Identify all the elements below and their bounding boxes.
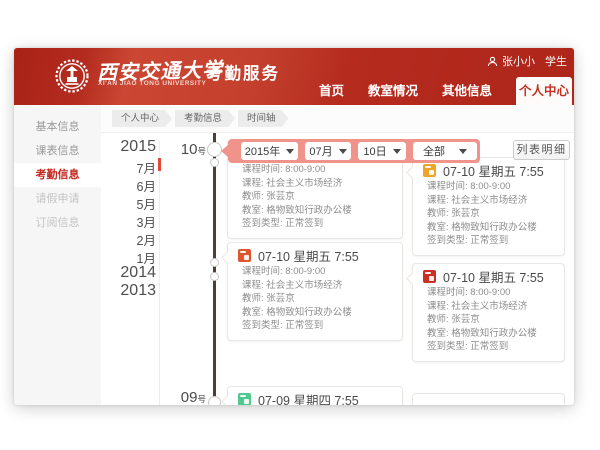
card-field-course: 课程: 社会主义市场经济: [413, 300, 564, 314]
card-title: 07-10 星期五 7:55: [443, 161, 544, 180]
nav-personal-center[interactable]: 个人中心: [516, 77, 572, 105]
card-field-classroom: 教室: 格物致知行政办公楼: [413, 327, 564, 341]
card-field-teacher: 教师: 张芸京: [413, 313, 564, 327]
sidebar-item-basic-info[interactable]: 基本信息: [14, 115, 101, 139]
type-select-value: 全部: [423, 143, 445, 159]
user-info[interactable]: 张小小 学生: [487, 54, 567, 68]
day-marker-10: 10号: [164, 141, 206, 159]
card-field-signin-type: 签到类型: 正常签到: [228, 319, 402, 333]
card-field-teacher: 教师: 张芸京: [228, 190, 402, 204]
timeline-node: [208, 396, 221, 405]
attendance-card[interactable]: 07-10 星期五 7:55 课程时间: 8:00-9:00 课程: 社会主义市…: [412, 263, 565, 362]
signin-status-icon: [238, 249, 251, 262]
card-field-time: 课程时间: 8:00-9:00: [413, 180, 564, 194]
day-number: 10: [181, 141, 198, 158]
breadcrumb-personal-center[interactable]: 个人中心: [112, 110, 172, 127]
sidebar-item-leave-request[interactable]: 请假申请: [14, 187, 101, 211]
list-detail-button[interactable]: 列表明细: [513, 140, 570, 160]
card-title: 07-10 星期五 7:55: [443, 267, 544, 286]
nav-home[interactable]: 首页: [319, 77, 344, 105]
card-title: 07-09 星期四 7:55: [258, 390, 359, 406]
timeline-node: [210, 258, 219, 267]
university-name-en: XI'AN JIAO TONG UNIVERSITY: [98, 80, 206, 87]
app-window: 西安交通大学 XI'AN JIAO TONG UNIVERSITY 考勤服务 张…: [14, 48, 574, 405]
card-title: 07-10 星期五 7:55: [258, 246, 359, 265]
current-month-marker: [158, 158, 161, 171]
user-role: 学生: [545, 53, 567, 69]
breadcrumb-timeline[interactable]: 时间轴: [238, 110, 289, 127]
sidebar-item-timetable[interactable]: 课表信息: [14, 139, 101, 163]
timeline-node: [207, 142, 222, 157]
chevron-down-icon: [393, 149, 401, 154]
year-select[interactable]: 2015年: [241, 142, 298, 160]
timeline-nav-2014[interactable]: 2014: [114, 264, 156, 282]
card-header: 07-09 星期四 7:55: [228, 391, 402, 405]
month-scroll-track: [159, 140, 160, 405]
sidebar-item-subscription[interactable]: 订阅信息: [14, 211, 101, 235]
card-field-teacher: 教师: 张芸京: [413, 207, 564, 221]
timeline-nav-2015[interactable]: 2015: [114, 138, 156, 156]
attendance-card[interactable]: 07-09 星期四 7:55: [227, 386, 403, 405]
timeline-axis: [213, 133, 216, 405]
timeline-nav-2013[interactable]: 2013: [114, 282, 156, 300]
card-field-time: 课程时间: 8:00-9:00: [228, 163, 402, 177]
day-select[interactable]: 10日: [358, 142, 406, 160]
attendance-card[interactable]: [412, 393, 565, 405]
month-select[interactable]: 07月: [305, 142, 351, 160]
sidebar: 基本信息 课表信息 考勤信息 请假申请 订阅信息: [14, 105, 101, 405]
timeline-nav-feb[interactable]: 2月: [114, 230, 156, 249]
card-header: 07-10 星期五 7:55: [413, 268, 564, 284]
card-field-signin-type: 签到类型: 正常签到: [413, 340, 564, 354]
card-field-time: 课程时间: 8:00-9:00: [228, 265, 402, 279]
attendance-card[interactable]: 07-10 星期五 7:55 课程时间: 8:00-9:00 课程: 社会主义市…: [412, 157, 565, 256]
user-icon: [487, 56, 498, 67]
card-field-classroom: 教室: 格物致知行政办公楼: [228, 306, 402, 320]
app-header: 西安交通大学 XI'AN JIAO TONG UNIVERSITY 考勤服务 张…: [14, 48, 574, 105]
day-unit: 号: [197, 394, 206, 404]
nav-classrooms[interactable]: 教室情况: [368, 77, 418, 105]
signin-status-icon: [423, 164, 436, 177]
signin-status-icon: [423, 270, 436, 283]
user-name: 张小小: [502, 53, 535, 69]
card-field-signin-type: 签到类型: 正常签到: [228, 217, 402, 231]
university-logo-icon: [54, 58, 90, 94]
card-field-course: 课程: 社会主义市场经济: [413, 194, 564, 208]
sidebar-item-attendance[interactable]: 考勤信息: [14, 163, 101, 187]
card-field-signin-type: 签到类型: 正常签到: [413, 234, 564, 248]
card-field-teacher: 教师: 张芸京: [228, 292, 402, 306]
chevron-down-icon: [339, 149, 347, 154]
top-navigation: 首页 教室情况 其他信息 个人中心: [319, 77, 572, 105]
day-select-value: 10日: [363, 143, 386, 159]
day-marker-09: 09号: [164, 389, 206, 405]
day-unit: 号: [197, 146, 206, 156]
card-field-time: 课程时间: 8:00-9:00: [413, 286, 564, 300]
nav-other-info[interactable]: 其他信息: [442, 77, 492, 105]
card-header: 07-10 星期五 7:55: [228, 247, 402, 263]
card-field-course: 课程: 社会主义市场经济: [228, 177, 402, 191]
timeline-node: [210, 158, 219, 167]
timeline-nav-jun[interactable]: 6月: [114, 176, 156, 195]
card-header: 07-10 星期五 7:55: [413, 162, 564, 178]
month-select-value: 07月: [309, 143, 332, 159]
card-field-classroom: 教室: 格物致知行政办公楼: [228, 204, 402, 218]
breadcrumb-attendance[interactable]: 考勤信息: [175, 110, 235, 127]
chevron-down-icon: [286, 149, 294, 154]
breadcrumb: 个人中心 考勤信息 时间轴: [101, 105, 574, 133]
timeline-nav-may[interactable]: 5月: [114, 194, 156, 213]
day-number: 09: [181, 389, 198, 405]
signin-status-icon: [238, 393, 251, 406]
card-field-course: 课程: 社会主义市场经济: [228, 279, 402, 293]
type-select[interactable]: 全部: [413, 142, 477, 160]
year-select-value: 2015年: [245, 143, 280, 159]
app-title: 考勤服务: [206, 60, 280, 84]
card-field-classroom: 教室: 格物致知行政办公楼: [413, 221, 564, 235]
chevron-down-icon: [459, 149, 467, 154]
attendance-card[interactable]: 07-10 星期五 7:55 课程时间: 8:00-9:00 课程: 社会主义市…: [227, 242, 403, 341]
timeline-nav-mar[interactable]: 3月: [114, 212, 156, 231]
date-filter-bar: 2015年 07月 10日 全部: [228, 139, 480, 163]
timeline-nav-jul[interactable]: 7月: [114, 158, 156, 177]
timeline-node: [210, 272, 219, 281]
